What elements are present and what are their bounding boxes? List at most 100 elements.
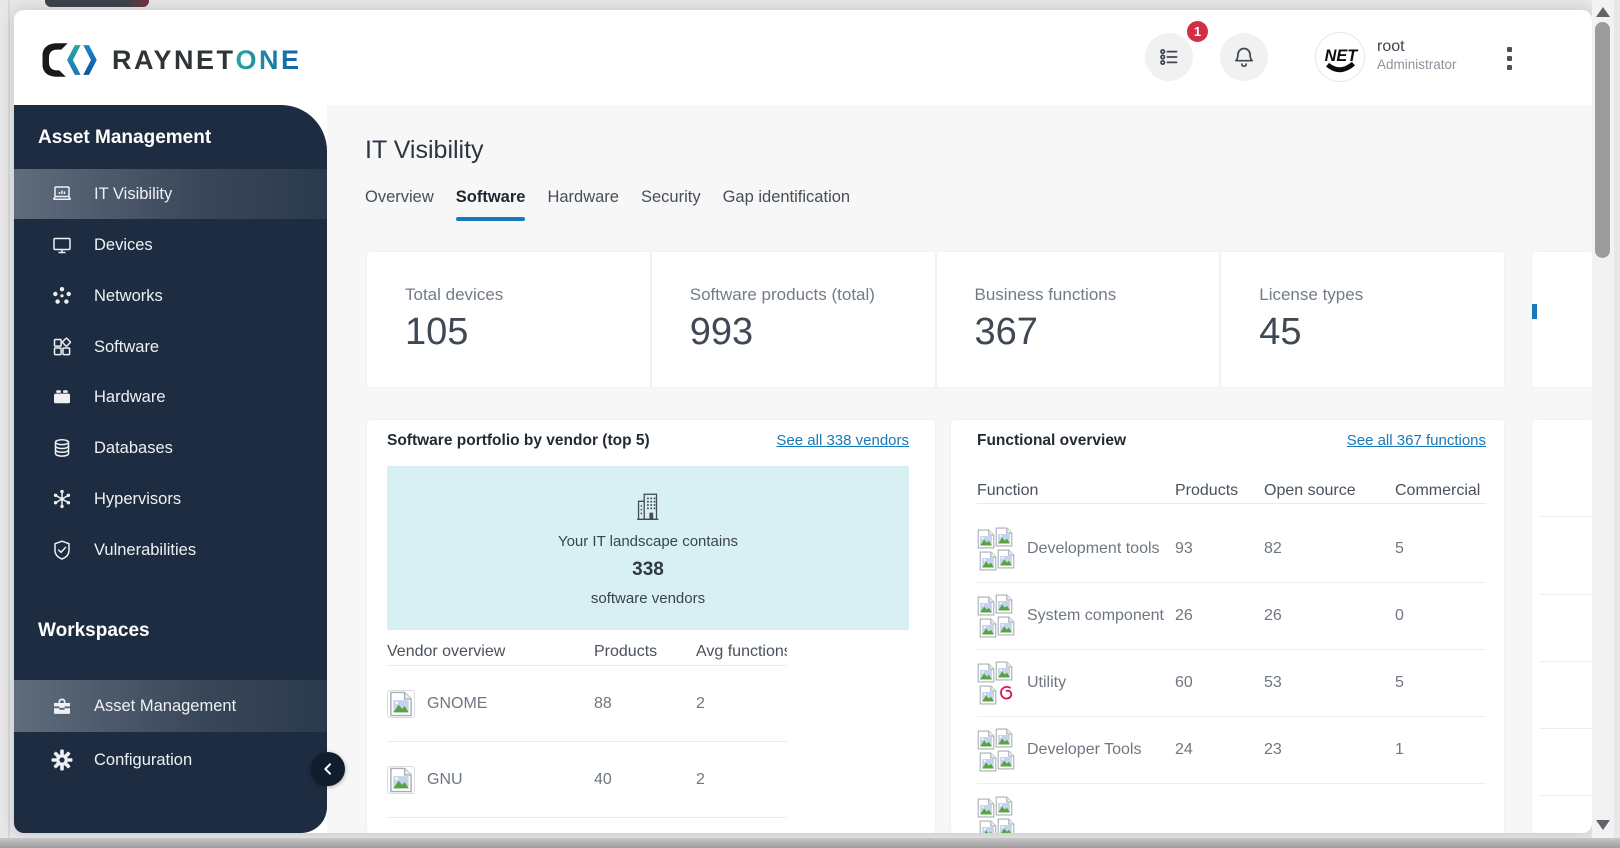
function-name: System component (1027, 607, 1164, 624)
logo-text-primary: RAYNET (112, 44, 236, 75)
function-commercial: 1 (1395, 741, 1404, 758)
sidebar-item-hardware[interactable]: Hardware (14, 372, 327, 422)
table-row-system-component[interactable]: System component 26 26 0 (977, 583, 1486, 650)
functional-table-header: Function Products Open source Commercial (977, 478, 1486, 504)
vendor-products: 88 (594, 694, 612, 712)
table-row-gnu[interactable]: GNU 40 2 (387, 742, 787, 818)
scrollbar-thumb[interactable] (1595, 22, 1610, 258)
avatar-logo-glyph: NET (1325, 47, 1360, 73)
sidebar-item-label: IT Visibility (94, 184, 173, 203)
raynetone-logo-icon (42, 43, 97, 77)
vendor-logo-placeholder-icon (387, 765, 415, 794)
vendor-avg-functions: 2 (696, 694, 705, 712)
table-row-partial (977, 784, 1486, 833)
building-icon (637, 493, 659, 520)
scrollbar-down-arrow[interactable] (1596, 820, 1610, 830)
column-header-avg-functions[interactable]: Avg functions (696, 643, 787, 661)
notifications-button[interactable] (1220, 33, 1268, 81)
sidebar-item-label: Databases (94, 438, 173, 457)
window-bottom-edge (0, 838, 1620, 848)
vendor-avg-functions: 2 (696, 770, 705, 788)
network-icon (50, 284, 74, 308)
task-list-button[interactable] (1145, 33, 1193, 81)
sidebar-item-label: Devices (94, 235, 153, 254)
function-name: Utility (1027, 674, 1067, 691)
debian-swirl-icon (997, 683, 1015, 703)
column-header-products[interactable]: Products (594, 643, 696, 661)
sidebar-item-it-visibility[interactable]: IT Visibility (14, 169, 327, 219)
kpi-value: 993 (689, 311, 754, 353)
svg-text:NET: NET (1325, 47, 1360, 65)
sidebar-item-label: Asset Management (94, 696, 237, 715)
function-commercial: 5 (1395, 674, 1404, 691)
table-row-utility[interactable]: Utility 60 53 5 (977, 650, 1486, 717)
function-products: 93 (1175, 540, 1193, 557)
vendor-card-title: Software portfolio by vendor (top 5) (387, 432, 650, 449)
sidebar-item-devices[interactable]: Devices (14, 220, 327, 270)
vendor-table: Vendor overview Products Avg functions G… (387, 639, 787, 818)
sidebar-item-hypervisors[interactable]: Hypervisors (14, 474, 327, 524)
column-header-open-source[interactable]: Open source (1264, 482, 1395, 500)
column-header-products[interactable]: Products (1175, 482, 1264, 500)
tab-overview[interactable]: Overview (365, 188, 434, 215)
software-grid-icon (50, 335, 74, 359)
column-header-vendor[interactable]: Vendor overview (387, 643, 594, 661)
table-row-developer-tools[interactable]: Developer Tools 24 23 1 (977, 717, 1486, 784)
sidebar-item-configuration[interactable]: Configuration (14, 734, 327, 786)
sidebar-item-label: Hypervisors (94, 489, 182, 508)
raynetone-logo[interactable]: RAYNETONE (38, 32, 302, 88)
function-products: 24 (1175, 741, 1193, 758)
sidebar-item-asset-management[interactable]: Asset Management (14, 680, 327, 732)
overflow-menu-button[interactable] (1503, 43, 1516, 74)
vendor-name: GNOME (427, 694, 488, 712)
sidebar-item-software[interactable]: Software (14, 322, 327, 372)
function-icons-cluster (977, 594, 1017, 638)
cutoff-card-sliver (1532, 252, 1592, 387)
sidebar-item-label: Configuration (94, 750, 193, 769)
column-header-function[interactable]: Function (977, 482, 1175, 500)
see-all-functions-link[interactable]: See all 367 functions (1347, 432, 1486, 449)
tab-software[interactable]: Software (455, 188, 525, 221)
user-avatar[interactable]: NET (1315, 32, 1365, 82)
see-all-vendors-link[interactable]: See all 338 vendors (776, 432, 909, 449)
column-header-commercial[interactable]: Commercial (1395, 482, 1486, 500)
kpi-business-functions: Business functions 367 (936, 252, 1220, 387)
tab-hardware[interactable]: Hardware (547, 188, 619, 215)
function-open-source: 82 (1264, 540, 1282, 557)
hardware-box-icon (50, 385, 74, 409)
function-open-source: 26 (1264, 607, 1282, 624)
sidebar-item-databases[interactable]: Databases (14, 423, 327, 473)
cutoff-card-sliver (1532, 420, 1592, 833)
table-row-development-tools[interactable]: Development tools 93 82 5 (977, 516, 1486, 583)
function-products: 60 (1175, 674, 1193, 691)
sidebar-item-label: Vulnerabilities (94, 540, 197, 559)
sidebar-collapse-button[interactable] (311, 752, 345, 786)
scrollbar-up-arrow[interactable] (1596, 7, 1610, 17)
task-list-icon (1160, 48, 1178, 66)
table-row-gnome[interactable]: GNOME 88 2 (387, 666, 787, 742)
logo-text-accent: ONE (235, 44, 302, 75)
user-role: Administrator (1377, 57, 1457, 72)
user-info[interactable]: root Administrator (1377, 37, 1457, 74)
function-icons-cluster (977, 527, 1017, 571)
function-name: Development tools (1027, 540, 1160, 557)
kpi-label: Software products (total) (689, 285, 875, 304)
vendor-name: GNU (427, 770, 463, 788)
left-window-edge (8, 0, 10, 838)
functional-card-title: Functional overview (977, 432, 1127, 449)
hypervisor-icon (50, 487, 74, 511)
notification-count-badge: 1 (1185, 19, 1210, 44)
sidebar: Asset Management IT Visibility Devices N… (14, 105, 327, 833)
logo-wordmark: RAYNETONE (112, 45, 302, 76)
sidebar-item-networks[interactable]: Networks (14, 271, 327, 321)
function-commercial: 0 (1395, 607, 1404, 624)
kpi-label: License types (1259, 285, 1364, 304)
sidebar-item-vulnerabilities[interactable]: Vulnerabilities (14, 525, 327, 575)
tab-bar: Overview Software Hardware Security Gap … (365, 188, 851, 221)
kebab-dot (1507, 65, 1512, 70)
function-commercial: 5 (1395, 540, 1404, 557)
kpi-value: 45 (1259, 311, 1302, 353)
tab-gap-identification[interactable]: Gap identification (723, 188, 851, 215)
tab-security[interactable]: Security (641, 188, 701, 215)
bell-icon (1235, 47, 1253, 68)
